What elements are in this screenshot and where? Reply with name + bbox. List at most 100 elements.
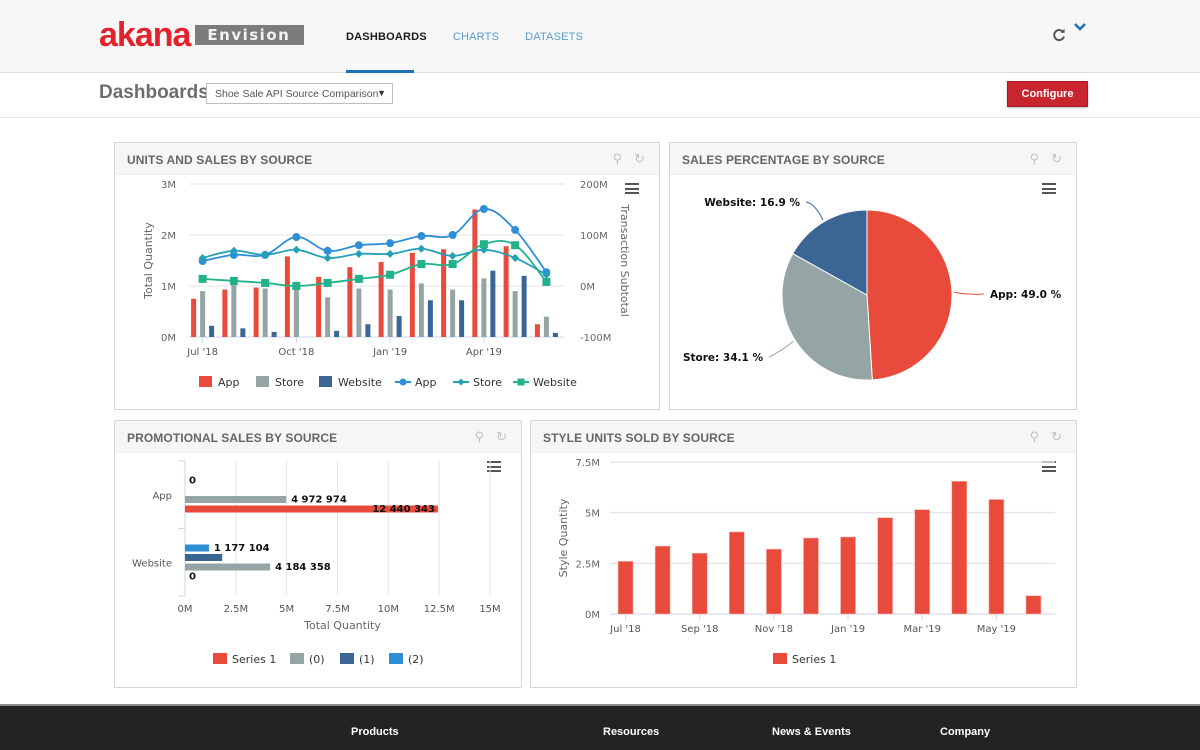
x-tick-label: 2.5M (224, 604, 249, 615)
point-app (479, 204, 488, 213)
legend-swatch (290, 653, 304, 664)
bar-app (378, 262, 384, 337)
y-tick-label: 0M (585, 610, 600, 621)
chevron-down-icon[interactable] (1073, 22, 1087, 32)
panel-header: STYLE UNITS SOLD BY SOURCE ⚲ ↻ (531, 421, 1076, 453)
bar-store (512, 291, 518, 337)
bar-data-label: 0 (189, 572, 196, 583)
active-nav-indicator (346, 70, 414, 73)
akana-envision-logo[interactable]: akana Envision (99, 18, 305, 52)
bar-app (284, 256, 290, 337)
dashboard-select[interactable]: Shoe Sale API Source Comparison ▼ (206, 83, 393, 104)
nav-datasets[interactable]: DATASETS (525, 31, 583, 43)
point-website (479, 240, 488, 249)
point-store (354, 249, 363, 258)
bar-store (262, 288, 268, 337)
bar-series-1 (877, 517, 893, 615)
bar-app (441, 249, 447, 337)
zoom-search-icon[interactable]: ⚲ (1030, 429, 1040, 445)
bar-series-1 (617, 561, 634, 615)
nav-charts[interactable]: CHARTS (453, 31, 499, 43)
footer-link-company[interactable]: Company (940, 726, 990, 738)
sales-percentage-pie: App: 49.0 % Store: 34.1 % Website: 16.9 % (683, 197, 1062, 381)
panel-header: UNITS AND SALES BY SOURCE ⚲ ↻ (115, 143, 659, 175)
y-tick-label: 0M (161, 333, 176, 344)
main-nav: DASHBOARDS CHARTS DATASETS (346, 31, 609, 43)
x-tick-label: 10M (378, 604, 399, 615)
bar-data-label: 0 (189, 476, 196, 487)
panel-header: SALES PERCENTAGE BY SOURCE ⚲ ↻ (670, 143, 1076, 175)
footer-link-news-events[interactable]: News & Events (772, 726, 851, 738)
x-tick-label: Apr '19 (466, 347, 502, 358)
x-tick-label: 0M (178, 604, 193, 615)
bar-website (552, 332, 558, 337)
bar-series-1 (803, 537, 819, 615)
refresh-icon[interactable] (1052, 28, 1066, 42)
bar-series-1 (691, 552, 708, 615)
bar-website (240, 328, 246, 337)
point-website (511, 241, 520, 250)
y-right-tick-label: -100M (580, 333, 611, 344)
y-tick-label: 5M (585, 509, 600, 520)
refresh-icon[interactable]: ↻ (1051, 429, 1062, 445)
bar-website (396, 316, 402, 337)
bar-app (222, 289, 228, 337)
x-tick-label: Jul '18 (186, 347, 218, 358)
legend-label: Store (473, 376, 502, 389)
bar-data-label: 12 440 343 (372, 504, 435, 515)
x-tick-label: 5M (279, 604, 294, 615)
legend-label: App (218, 376, 240, 389)
legend-swatch (389, 653, 403, 664)
x-tick-label: 15M (479, 604, 500, 615)
refresh-icon[interactable]: ↻ (634, 151, 645, 167)
bar-store (481, 278, 487, 337)
zoom-search-icon[interactable]: ⚲ (475, 429, 485, 445)
bar-app (253, 287, 259, 337)
refresh-icon[interactable]: ↻ (496, 429, 507, 445)
legend-marker (457, 378, 465, 386)
legend-swatch (773, 653, 787, 664)
y-category-label: Website (132, 558, 172, 569)
configure-button[interactable]: Configure (1007, 81, 1088, 107)
panel-title: STYLE UNITS SOLD BY SOURCE (543, 431, 735, 445)
bar-website (271, 331, 277, 337)
bar-app (472, 209, 478, 337)
y-tick-label: 2.5M (575, 559, 600, 570)
x-tick-label: Jan '19 (830, 624, 865, 635)
point-website (386, 270, 395, 279)
zoom-search-icon[interactable]: ⚲ (1030, 151, 1040, 167)
bar-data-label: 4 972 974 (291, 495, 347, 506)
y-right-tick-label: 100M (580, 231, 608, 242)
dropdown-caret-icon: ▼ (377, 88, 386, 98)
legend-swatch (256, 376, 269, 387)
x-tick-label: Sep '18 (681, 624, 719, 635)
legend-swatch (213, 653, 227, 664)
y-axis-title: Style Quantity (557, 498, 570, 577)
top-navbar: akana Envision DASHBOARDS CHARTS DATASET… (0, 0, 1200, 73)
nav-dashboards[interactable]: DASHBOARDS (346, 31, 427, 43)
bar-series-1 (840, 536, 856, 615)
refresh-icon[interactable]: ↻ (1051, 151, 1062, 167)
point-website (448, 260, 457, 269)
point-app (511, 225, 520, 234)
y-right-tick-label: 0M (580, 282, 595, 293)
bar-data-label: 4 184 358 (275, 562, 331, 573)
logo-product: Envision (195, 25, 305, 45)
y-right-tick-label: 200M (580, 180, 608, 191)
footer-link-products[interactable]: Products (351, 726, 399, 738)
footer-link-resources[interactable]: Resources (603, 726, 659, 738)
bar-website (521, 275, 527, 337)
page-title: Dashboards (99, 82, 209, 103)
x-axis-title: Total Quantity (303, 619, 381, 632)
bar-series-1 (728, 531, 745, 615)
bar-app (191, 298, 197, 337)
point-website (354, 274, 363, 283)
zoom-search-icon[interactable]: ⚲ (613, 151, 623, 167)
pie-connector (953, 291, 985, 295)
y-tick-label: 3M (161, 180, 176, 191)
x-tick-label: Oct '18 (278, 347, 314, 358)
point-store (292, 245, 301, 254)
bar-store (418, 283, 424, 337)
bar-series-1 (988, 499, 1005, 615)
bar-store (293, 281, 299, 337)
